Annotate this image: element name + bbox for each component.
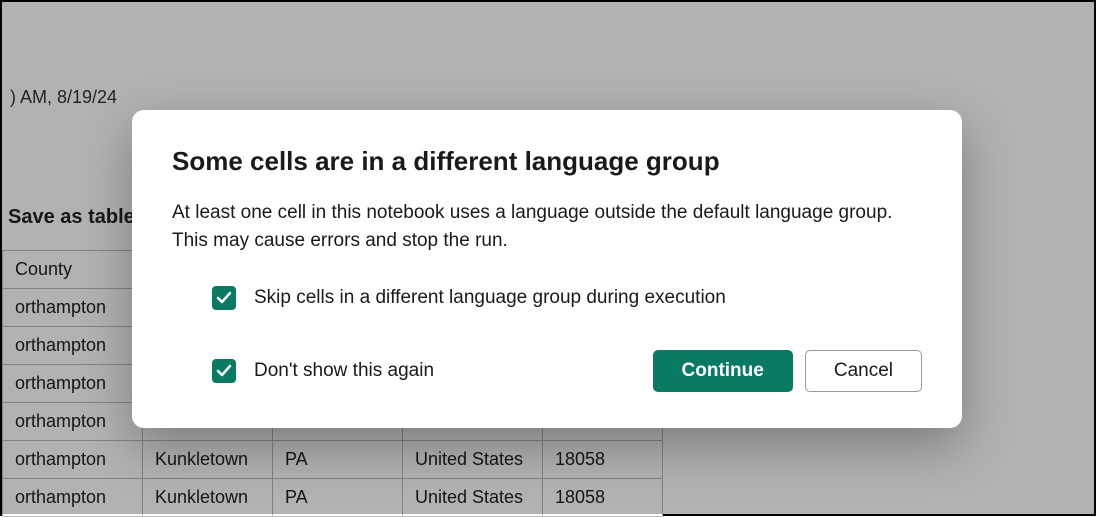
dont-show-label: Don't show this again (254, 360, 434, 382)
dialog-button-group: Continue Cancel (653, 350, 922, 392)
skip-cells-label: Skip cells in a different language group… (254, 287, 726, 309)
check-icon (216, 290, 232, 306)
check-icon (216, 363, 232, 379)
continue-button[interactable]: Continue (653, 350, 793, 392)
cancel-button[interactable]: Cancel (805, 350, 922, 392)
dont-show-checkbox-row[interactable]: Don't show this again (212, 359, 434, 383)
dialog-body-text: At least one cell in this notebook uses … (172, 199, 922, 254)
dialog-title: Some cells are in a different language g… (172, 146, 922, 177)
checkbox-checked-icon[interactable] (212, 286, 236, 310)
skip-cells-checkbox-row[interactable]: Skip cells in a different language group… (212, 286, 922, 310)
language-group-dialog: Some cells are in a different language g… (132, 110, 962, 428)
checkbox-checked-icon[interactable] (212, 359, 236, 383)
